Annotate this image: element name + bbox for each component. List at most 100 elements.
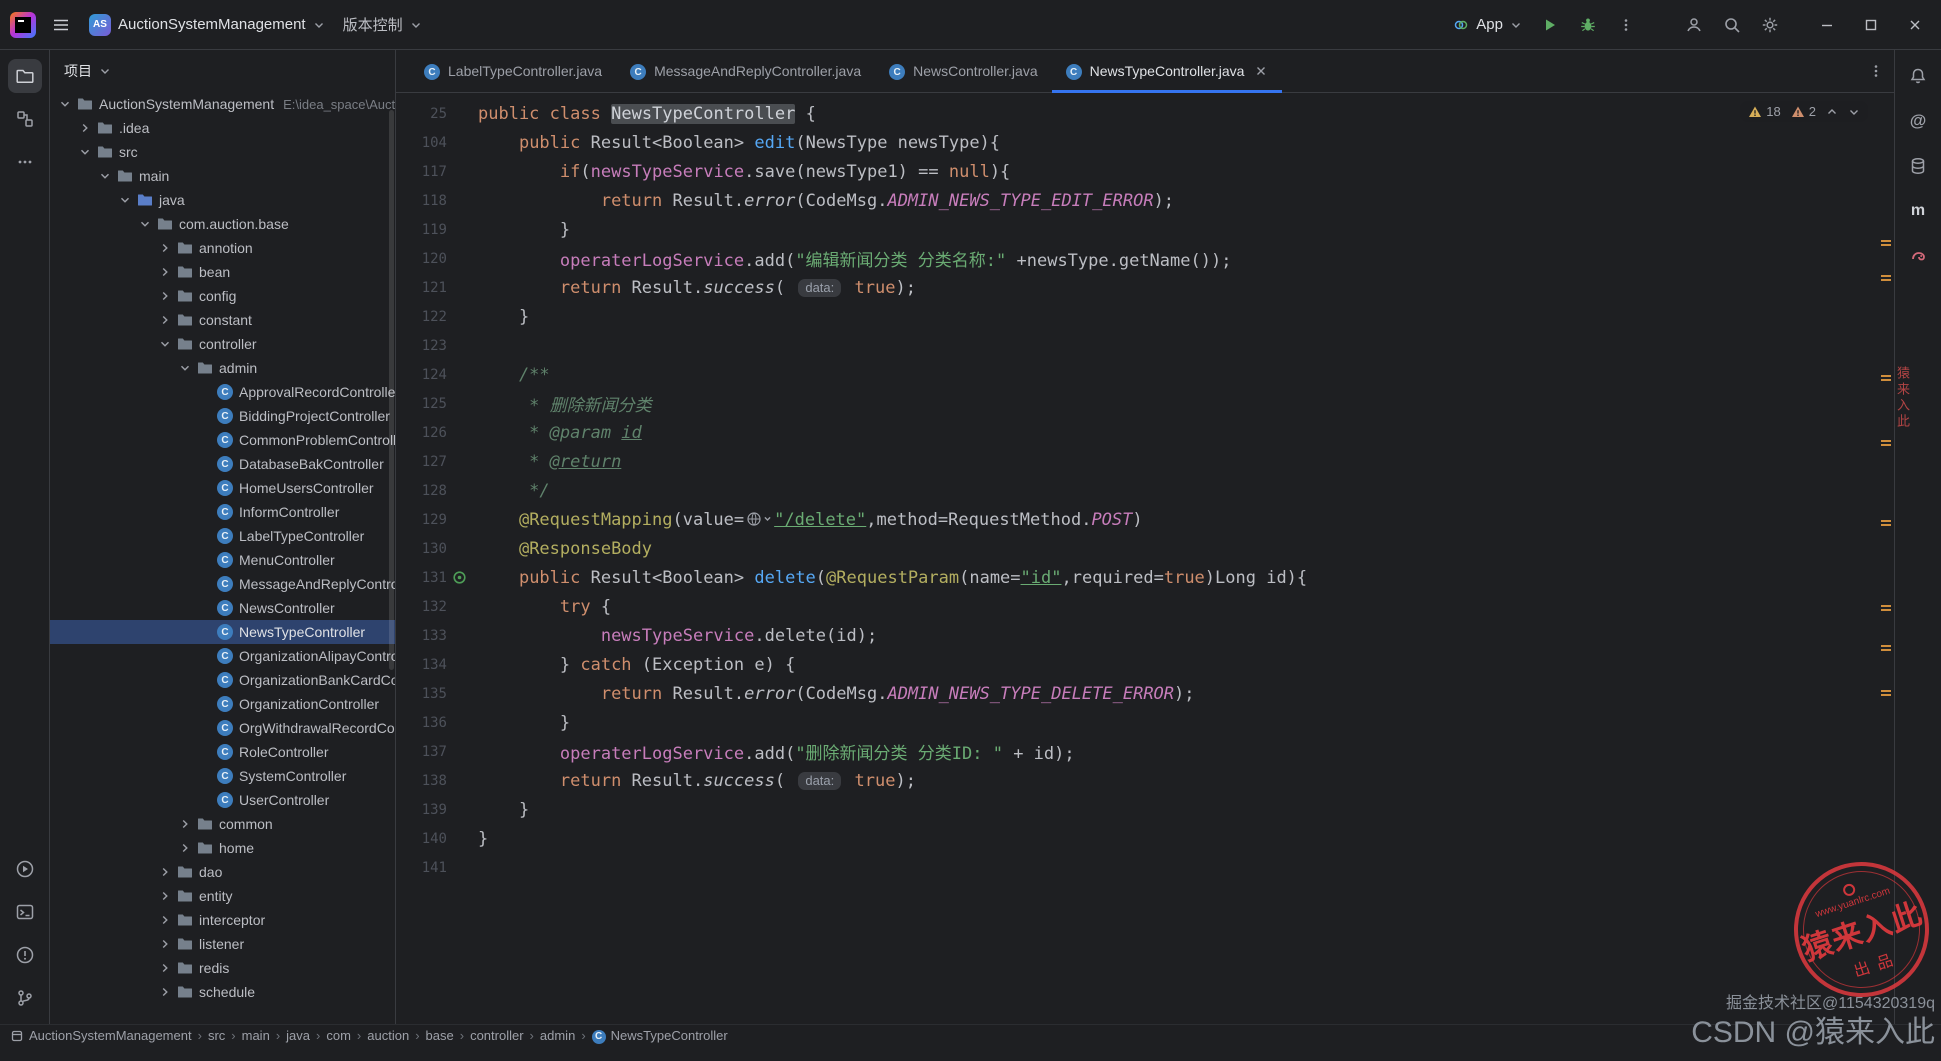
minimize-button[interactable] xyxy=(1807,5,1847,45)
gradle-tool-button[interactable] xyxy=(1901,239,1935,273)
tree-item-com.auction.base[interactable]: com.auction.base xyxy=(50,212,395,236)
tree-item-NewsController[interactable]: C NewsController xyxy=(50,596,395,620)
breadcrumb-item-NewsTypeController[interactable]: C NewsTypeController xyxy=(591,1027,728,1044)
chevron-right-icon[interactable] xyxy=(76,122,94,134)
tree-item-SystemController[interactable]: C SystemController xyxy=(50,764,395,788)
terminal-tool-button[interactable] xyxy=(8,895,42,929)
close-button[interactable] xyxy=(1895,5,1935,45)
breadcrumb-item-java[interactable]: java xyxy=(286,1028,310,1043)
chevron-right-icon[interactable] xyxy=(156,242,174,254)
code-with-me-button[interactable] xyxy=(1677,8,1711,42)
run-tool-button[interactable] xyxy=(8,852,42,886)
tree-item-common[interactable]: common xyxy=(50,812,395,836)
tree-item-MessageAndReplyController[interactable]: CMessageAndReplyController xyxy=(50,572,395,596)
chevron-down-icon[interactable] xyxy=(136,218,154,230)
warning-stripe-mark[interactable] xyxy=(1881,240,1891,246)
breadcrumb-item-admin[interactable]: admin xyxy=(540,1028,575,1043)
structure-tool-button[interactable] xyxy=(8,102,42,136)
tree-item-ApprovalRecordController[interactable]: C ApprovalRecordController xyxy=(50,380,395,404)
inspections-widget[interactable]: 18 2 xyxy=(1740,101,1868,122)
project-widget[interactable]: AS AuctionSystemManagement xyxy=(82,8,332,42)
run-button[interactable] xyxy=(1533,8,1567,42)
tree-item-.idea[interactable]: .idea xyxy=(50,116,395,140)
tree-item-UserController[interactable]: C UserController xyxy=(50,788,395,812)
chevron-down-icon[interactable] xyxy=(56,98,74,110)
chevron-down-icon[interactable] xyxy=(96,170,114,182)
project-panel-header[interactable]: 项目 xyxy=(50,50,395,92)
database-tool-button[interactable] xyxy=(1901,149,1935,183)
search-everywhere-button[interactable] xyxy=(1715,8,1749,42)
tree-item-java[interactable]: java xyxy=(50,188,395,212)
tree-item-constant[interactable]: constant xyxy=(50,308,395,332)
chevron-down-icon[interactable] xyxy=(156,338,174,350)
tree-item-OrganizationAlipayController[interactable]: COrganizationAlipayController xyxy=(50,644,395,668)
tree-item-controller[interactable]: controller xyxy=(50,332,395,356)
url-globe-icon[interactable] xyxy=(746,511,772,527)
tab-options-button[interactable] xyxy=(1868,50,1884,92)
problems-tool-button[interactable] xyxy=(8,938,42,972)
maximize-button[interactable] xyxy=(1851,5,1891,45)
warning-stripe-mark[interactable] xyxy=(1881,690,1891,696)
main-menu-button[interactable] xyxy=(44,8,78,42)
more-actions-button[interactable] xyxy=(1609,8,1643,42)
tree-item-src[interactable]: src xyxy=(50,140,395,164)
code-editor[interactable]: 25 public class NewsTypeController {104 p… xyxy=(396,93,1894,1024)
breadcrumb-item-src[interactable]: src xyxy=(208,1028,225,1043)
tab-NewsController.java[interactable]: C NewsController.java xyxy=(875,50,1052,92)
endpoint-icon[interactable] xyxy=(451,569,468,586)
tab-NewsTypeController.java[interactable]: C NewsTypeController.java xyxy=(1051,50,1283,93)
chevron-right-icon[interactable] xyxy=(156,266,174,278)
chevron-right-icon[interactable] xyxy=(156,986,174,998)
tree-item-MenuController[interactable]: C MenuController xyxy=(50,548,395,572)
chevron-down-icon[interactable] xyxy=(76,146,94,158)
tree-item-main[interactable]: main xyxy=(50,164,395,188)
run-configuration-widget[interactable]: App xyxy=(1446,8,1529,42)
tree-item-admin[interactable]: admin xyxy=(50,356,395,380)
debug-button[interactable] xyxy=(1571,8,1605,42)
chevron-right-icon[interactable] xyxy=(156,290,174,302)
tree-item-bean[interactable]: bean xyxy=(50,260,395,284)
breadcrumb-item-auction[interactable]: auction xyxy=(367,1028,409,1043)
chevron-down-icon[interactable] xyxy=(176,362,194,374)
tab-MessageAndReplyController.java[interactable]: C MessageAndReplyController.java xyxy=(616,50,875,92)
tree-item-CommonProblemController[interactable]: C CommonProblemController xyxy=(50,428,395,452)
tree-item-annotion[interactable]: annotion xyxy=(50,236,395,260)
prev-problem-icon[interactable] xyxy=(1826,106,1838,118)
version-control-tool-button[interactable] xyxy=(8,981,42,1015)
tree-item-AuctionSystemManagement[interactable]: AuctionSystemManagement E:\idea_space\Auc… xyxy=(50,92,395,116)
tree-item-schedule[interactable]: schedule xyxy=(50,980,395,1004)
tree-item-entity[interactable]: entity xyxy=(50,884,395,908)
tree-item-interceptor[interactable]: interceptor xyxy=(50,908,395,932)
maven-tool-button[interactable]: m xyxy=(1901,194,1935,228)
chevron-right-icon[interactable] xyxy=(156,890,174,902)
warning-stripe-mark[interactable] xyxy=(1881,375,1891,381)
breadcrumb-item-main[interactable]: main xyxy=(242,1028,270,1043)
tree-item-home[interactable]: home xyxy=(50,836,395,860)
tree-item-listener[interactable]: listener xyxy=(50,932,395,956)
tree-item-OrgWithdrawalRecordController[interactable]: COrgWithdrawalRecordController xyxy=(50,716,395,740)
tab-LabelTypeController.java[interactable]: C LabelTypeController.java xyxy=(410,50,616,92)
tree-item-HomeUsersController[interactable]: C HomeUsersController xyxy=(50,476,395,500)
tree-item-OrganizationBankCardController[interactable]: COrganizationBankCardController xyxy=(50,668,395,692)
tree-item-config[interactable]: config xyxy=(50,284,395,308)
chevron-right-icon[interactable] xyxy=(156,314,174,326)
tree-item-NewsTypeController[interactable]: C NewsTypeController xyxy=(50,620,395,644)
chevron-right-icon[interactable] xyxy=(156,962,174,974)
chevron-right-icon[interactable] xyxy=(176,842,194,854)
warning-stripe-mark[interactable] xyxy=(1881,275,1891,281)
notifications-button[interactable] xyxy=(1901,59,1935,93)
vcs-widget[interactable]: 版本控制 xyxy=(336,8,429,42)
warning-stripe-mark[interactable] xyxy=(1881,645,1891,651)
tree-item-DatabaseBakController[interactable]: C DatabaseBakController xyxy=(50,452,395,476)
chevron-right-icon[interactable] xyxy=(156,938,174,950)
close-tab-icon[interactable] xyxy=(1254,64,1268,78)
more-tool-windows-button[interactable] xyxy=(8,145,42,179)
panel-scrollbar[interactable] xyxy=(389,110,394,670)
warning-stripe-mark[interactable] xyxy=(1881,520,1891,526)
chevron-down-icon[interactable] xyxy=(116,194,134,206)
breadcrumb-item-AuctionSystemManagement[interactable]: AuctionSystemManagement xyxy=(10,1028,192,1043)
chevron-right-icon[interactable] xyxy=(176,818,194,830)
breadcrumb-item-base[interactable]: base xyxy=(426,1028,454,1043)
tree-item-dao[interactable]: dao xyxy=(50,860,395,884)
tree-item-redis[interactable]: redis xyxy=(50,956,395,980)
